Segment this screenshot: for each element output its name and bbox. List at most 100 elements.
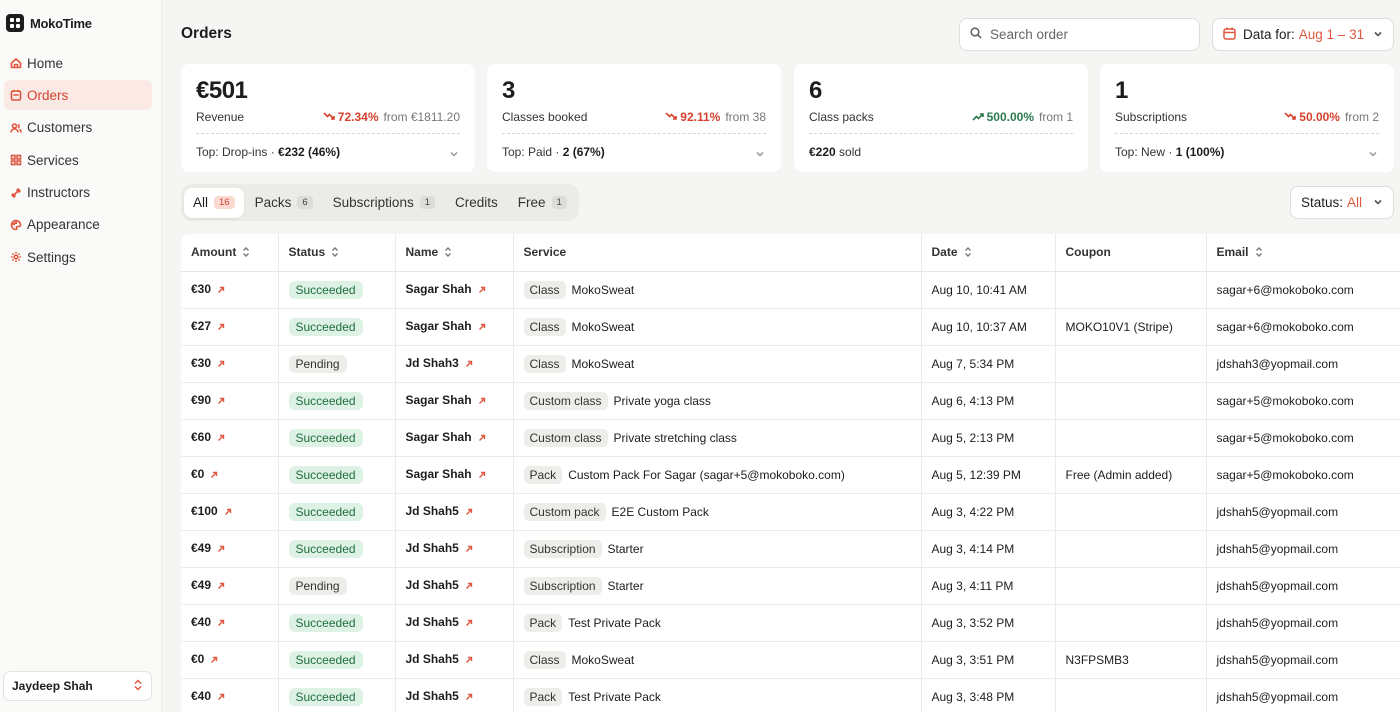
date-cell: Aug 3, 3:51 PM [921, 641, 1056, 679]
external-link-icon[interactable] [478, 394, 486, 408]
search-box[interactable] [959, 18, 1200, 51]
column-header-service: Service [513, 234, 922, 272]
external-link-icon[interactable] [217, 579, 225, 593]
external-link-icon[interactable] [478, 468, 486, 482]
sidebar-item-appearance[interactable]: Appearance [4, 210, 152, 240]
status-filter[interactable]: Status: All [1290, 186, 1394, 219]
external-link-icon[interactable] [217, 616, 225, 630]
stat-trend: 50.00% from 2 [1284, 110, 1379, 124]
external-link-icon[interactable] [210, 653, 218, 667]
status-badge: Pending [288, 576, 347, 595]
amount-cell: €40 [181, 678, 279, 712]
service-name: MokoSweat [571, 282, 635, 297]
table-row[interactable]: €40 Succeeded Jd Shah5 Pack Test Private Pac… [181, 678, 1400, 712]
external-link-icon[interactable] [224, 505, 232, 519]
external-link-icon[interactable] [210, 468, 218, 482]
external-link-icon[interactable] [465, 616, 473, 630]
stat-breakdown: €220 sold [809, 145, 861, 159]
customer-name: Jd Shah5 [405, 652, 459, 667]
sidebar-item-instructors[interactable]: Instructors [4, 178, 152, 208]
amount-cell: €0 [181, 456, 279, 494]
tab-credits[interactable]: Credits [446, 188, 507, 218]
tab-packs[interactable]: Packs 6 [246, 188, 322, 218]
sort-icon[interactable] [444, 246, 452, 260]
sidebar-item-orders[interactable]: Orders [4, 80, 152, 111]
table-row[interactable]: €49 Succeeded Jd Shah5 Subscription Starter A… [181, 530, 1400, 568]
customer-name: Jd Shah3 [405, 356, 459, 371]
sidebar-item-label: Home [27, 55, 64, 71]
sort-icon[interactable] [964, 246, 972, 260]
sidebar-item-services[interactable]: Services [4, 145, 152, 175]
external-link-icon[interactable] [217, 394, 225, 408]
service-cell: Pack Test Private Pack [513, 604, 922, 642]
external-link-icon[interactable] [217, 283, 225, 297]
search-input[interactable] [990, 27, 1180, 42]
tab-subscriptions[interactable]: Subscriptions 1 [324, 188, 444, 218]
order-amount: €40 [191, 689, 212, 704]
external-link-icon[interactable] [478, 283, 486, 297]
table-row[interactable]: €49 Pending Jd Shah5 Subscription Starter Aug… [181, 567, 1400, 605]
table-row[interactable]: €90 Succeeded Sagar Shah Custom class Privat… [181, 382, 1400, 420]
date-cell: Aug 3, 3:52 PM [921, 604, 1056, 642]
amount-cell: €30 [181, 271, 279, 309]
table-row[interactable]: €0 Succeeded Jd Shah5 Class MokoSweat Aug 3, … [181, 641, 1400, 679]
service-type-tag: Pack [523, 465, 563, 484]
external-link-icon[interactable] [465, 505, 473, 519]
column-header-date[interactable]: Date [921, 234, 1056, 272]
external-link-icon[interactable] [217, 690, 225, 704]
sort-icon[interactable] [331, 246, 339, 260]
date-range-filter[interactable]: Data for: Aug 1 – 31 [1212, 18, 1394, 51]
coupon-cell [1055, 345, 1207, 383]
external-link-icon[interactable] [465, 542, 473, 556]
column-header-email[interactable]: Email [1206, 234, 1400, 272]
stat-trend: 92.11% from 38 [665, 110, 766, 124]
status-badge: Succeeded [288, 613, 363, 632]
external-link-icon[interactable] [465, 653, 473, 667]
table-row[interactable]: €30 Pending Jd Shah3 Class MokoSweat Aug 7, 5… [181, 345, 1400, 383]
stat-card-class-packs: 6 Class packs 500.00% from 1 €220 sold [794, 64, 1088, 172]
status-badge: Succeeded [288, 280, 363, 299]
table-row[interactable]: €40 Succeeded Jd Shah5 Pack Test Private Pac… [181, 604, 1400, 642]
table-row[interactable]: €27 Succeeded Sagar Shah Class MokoSweat Aug … [181, 308, 1400, 346]
external-link-icon[interactable] [478, 431, 486, 445]
external-link-icon[interactable] [465, 357, 473, 371]
external-link-icon[interactable] [465, 579, 473, 593]
status-badge: Succeeded [288, 465, 363, 484]
table-row[interactable]: €0 Succeeded Sagar Shah Pack Custom Pack For… [181, 456, 1400, 494]
table-row[interactable]: €30 Succeeded Sagar Shah Class MokoSweat Aug … [181, 271, 1400, 309]
chevron-down-icon[interactable] [1368, 147, 1378, 162]
customer-name: Sagar Shah [405, 467, 472, 482]
chevron-down-icon[interactable] [755, 147, 765, 162]
column-header-amount[interactable]: Amount [181, 234, 279, 272]
table-row[interactable]: €100 Succeeded Jd Shah5 Custom pack E2E Cust… [181, 493, 1400, 531]
external-link-icon[interactable] [478, 320, 486, 334]
external-link-icon[interactable] [217, 431, 225, 445]
external-link-icon[interactable] [465, 690, 473, 704]
brand[interactable]: MokoTime [6, 14, 92, 32]
sidebar-item-customers[interactable]: Customers [4, 113, 152, 143]
sidebar-item-home[interactable]: Home [4, 48, 152, 78]
stat-change-baseline: from €1811.20 [383, 110, 461, 124]
tab-all[interactable]: All 16 [184, 187, 244, 218]
tab-free[interactable]: Free 1 [509, 188, 576, 218]
external-link-icon[interactable] [217, 357, 225, 371]
service-type-tag: Pack [523, 613, 563, 632]
external-link-icon[interactable] [217, 542, 225, 556]
sort-icon[interactable] [1255, 246, 1263, 260]
chevron-down-icon[interactable] [449, 147, 459, 162]
table-row[interactable]: €60 Succeeded Sagar Shah Custom class Privat… [181, 419, 1400, 457]
column-header-name[interactable]: Name [395, 234, 514, 272]
customer-name: Sagar Shah [405, 319, 472, 334]
status-cell: Succeeded [278, 678, 396, 712]
column-header-status[interactable]: Status [278, 234, 396, 272]
status-badge: Succeeded [288, 428, 363, 447]
date-cell: Aug 3, 4:11 PM [921, 567, 1056, 605]
sidebar-item-settings[interactable]: Settings [4, 242, 152, 272]
email-cell: jdshah5@yopmail.com [1206, 530, 1400, 568]
service-name: MokoSweat [571, 319, 635, 334]
sort-icon[interactable] [242, 246, 250, 260]
user-switcher[interactable]: Jaydeep Shah [3, 671, 152, 701]
email-cell: sagar+6@mokoboko.com [1206, 308, 1400, 346]
external-link-icon[interactable] [217, 320, 225, 334]
tab-label: Packs [254, 195, 292, 210]
